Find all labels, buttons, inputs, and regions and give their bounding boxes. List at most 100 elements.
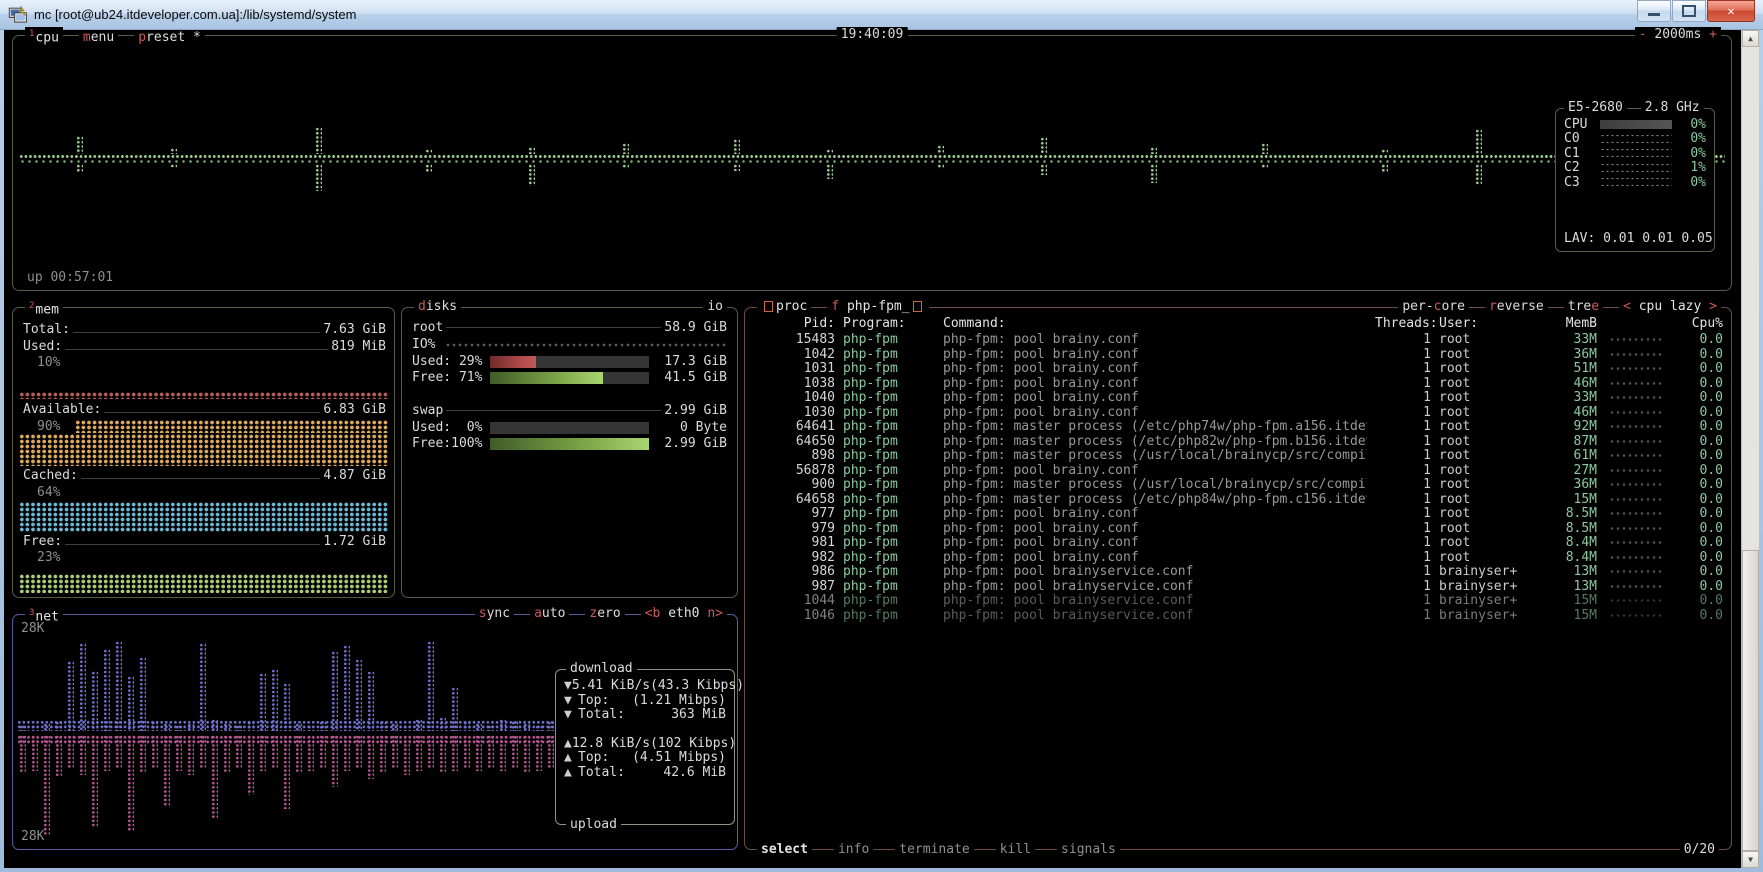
process-row[interactable]: 1044php-fpmphp-fpm: pool brainyservice.c…: [745, 593, 1731, 608]
graph-spike: [163, 723, 170, 731]
graph-spike: [367, 671, 374, 731]
info-button[interactable]: info: [834, 842, 873, 857]
disk-root-row: root58.9 GiB: [412, 320, 727, 335]
down-arrow-icon: ▼: [564, 693, 578, 708]
graph-spike: [103, 735, 110, 771]
graph-spike: [151, 735, 158, 769]
col-pid: Pid:: [753, 316, 835, 331]
process-row[interactable]: 1042php-fpmphp-fpm: pool brainy.conf1roo…: [745, 347, 1731, 362]
process-row[interactable]: 64641php-fpmphp-fpm: master process (/et…: [745, 419, 1731, 434]
process-row[interactable]: 1031php-fpmphp-fpm: pool brainy.conf1roo…: [745, 361, 1731, 376]
graph-spike: [1261, 164, 1268, 169]
graph-spike: [343, 735, 350, 771]
graph-spike: [475, 723, 482, 731]
down-arrow-icon: ▼: [564, 678, 572, 693]
graph-spike: [170, 148, 177, 154]
scroll-down-button[interactable]: ▼: [1742, 851, 1759, 868]
graph-spike: [1475, 129, 1482, 154]
process-row[interactable]: 1046php-fpmphp-fpm: pool brainyservice.c…: [745, 608, 1731, 623]
graph-spike: [523, 723, 530, 731]
upload-top-row: ▲Top:(4.51 Mibps): [564, 750, 726, 765]
process-row[interactable]: 900php-fpmphp-fpm: master process (/usr/…: [745, 477, 1731, 492]
terminate-button[interactable]: terminate: [895, 842, 973, 857]
cpu-graph: [19, 54, 1725, 264]
disk-swap-used-bar: [490, 422, 649, 434]
menu-button[interactable]: menu: [79, 30, 118, 45]
net-scale-top: 28K: [21, 621, 44, 636]
disk-swap-used-row: Used: 0% 0 Byte: [412, 420, 727, 435]
disks-box-title[interactable]: disks: [414, 299, 461, 314]
graph-spike: [1150, 147, 1157, 154]
process-row[interactable]: 977php-fpmphp-fpm: pool brainy.conf1root…: [745, 506, 1731, 521]
titlebar[interactable]: mc [root@ub24.itdeveloper.com.ua]:/lib/s…: [0, 0, 1763, 30]
process-row[interactable]: 979php-fpmphp-fpm: pool brainy.conf1root…: [745, 521, 1731, 536]
io-mode-button[interactable]: io: [703, 299, 727, 314]
mem-cached-row: Cached:4.87 GiB: [23, 468, 386, 483]
select-button[interactable]: select: [757, 842, 812, 857]
per-core-toggle[interactable]: per-core: [1398, 299, 1469, 314]
interval-plus-button[interactable]: +: [1709, 27, 1717, 42]
proc-filter[interactable]: f php-fpm_: [827, 299, 928, 314]
graph-spike: [19, 735, 26, 773]
process-row[interactable]: 56878php-fpmphp-fpm: pool brainy.conf1ro…: [745, 463, 1731, 478]
process-row[interactable]: 1030php-fpmphp-fpm: pool brainy.conf1roo…: [745, 405, 1731, 420]
download-title: download: [566, 661, 637, 676]
filter-clear-icon[interactable]: [913, 301, 922, 312]
graph-spike: [403, 725, 410, 731]
disk-root-used-bar: [490, 356, 649, 368]
reverse-toggle[interactable]: reverse: [1485, 299, 1548, 314]
signals-button[interactable]: signals: [1057, 842, 1120, 857]
graph-spike: [937, 164, 944, 169]
graph-spike: [1040, 164, 1047, 175]
graph-spike: [283, 735, 290, 809]
minimize-button[interactable]: [1637, 0, 1671, 22]
graph-spike: [91, 671, 98, 731]
graph-spike: [528, 147, 535, 154]
graph-spike: [319, 735, 326, 769]
process-row[interactable]: 64658php-fpmphp-fpm: master process (/et…: [745, 492, 1731, 507]
graph-spike: [307, 725, 314, 731]
graph-spike: [451, 687, 458, 731]
process-row[interactable]: 987php-fpmphp-fpm: pool brainyservice.co…: [745, 579, 1731, 594]
graph-spike: [315, 164, 322, 191]
mem-available-graph: [75, 420, 388, 433]
proc-box-title[interactable]: proc: [757, 299, 811, 314]
cpu-box-title[interactable]: 1cpu: [25, 27, 63, 45]
col-user: User:: [1439, 316, 1531, 331]
close-button[interactable]: ✕: [1707, 0, 1755, 22]
process-row[interactable]: 981php-fpmphp-fpm: pool brainy.conf1root…: [745, 535, 1731, 550]
graph-spike: [76, 164, 83, 172]
graph-spike: [547, 735, 554, 769]
graph-spike: [259, 673, 266, 731]
graph-spike: [31, 735, 38, 771]
process-row[interactable]: 982php-fpmphp-fpm: pool brainy.conf1root…: [745, 550, 1731, 565]
mem-free-row: Free:1.72 GiB: [23, 534, 386, 549]
scroll-up-button[interactable]: ▲: [1742, 30, 1759, 47]
maximize-button[interactable]: [1672, 0, 1706, 22]
scrollbar-thumb[interactable]: [1742, 550, 1759, 851]
kill-button[interactable]: kill: [996, 842, 1035, 857]
graph-spike: [451, 735, 458, 771]
mem-box-title[interactable]: 2mem: [25, 299, 63, 317]
graph-spike: [199, 643, 206, 731]
graph-spike: [163, 735, 170, 807]
sort-next-button[interactable]: >: [1709, 299, 1717, 314]
cpu-info-rows: CPU0%C00%C10%C21%C30%: [1564, 117, 1706, 190]
graph-spike: [391, 735, 398, 769]
graph-spike: [283, 683, 290, 731]
tree-toggle[interactable]: tree: [1564, 299, 1603, 314]
process-row[interactable]: 986php-fpmphp-fpm: pool brainyservice.co…: [745, 564, 1731, 579]
process-row[interactable]: 1040php-fpmphp-fpm: pool brainy.conf1roo…: [745, 390, 1731, 405]
graph-spike: [43, 723, 50, 731]
sort-prev-button[interactable]: <: [1623, 299, 1631, 314]
graph-spike: [315, 127, 322, 154]
process-row[interactable]: 64650php-fpmphp-fpm: master process (/et…: [745, 434, 1731, 449]
process-row[interactable]: 1038php-fpmphp-fpm: pool brainy.conf1roo…: [745, 376, 1731, 391]
interval-minus-button[interactable]: -: [1639, 27, 1647, 42]
scrollbar[interactable]: ▲ ▼: [1742, 30, 1759, 868]
process-row[interactable]: 898php-fpmphp-fpm: master process (/usr/…: [745, 448, 1731, 463]
process-row[interactable]: 15483php-fpmphp-fpm: pool brainy.conf1ro…: [745, 332, 1731, 347]
graph-spike: [439, 735, 446, 773]
graph-spike: [826, 164, 833, 179]
preset-button[interactable]: preset *: [134, 30, 205, 45]
